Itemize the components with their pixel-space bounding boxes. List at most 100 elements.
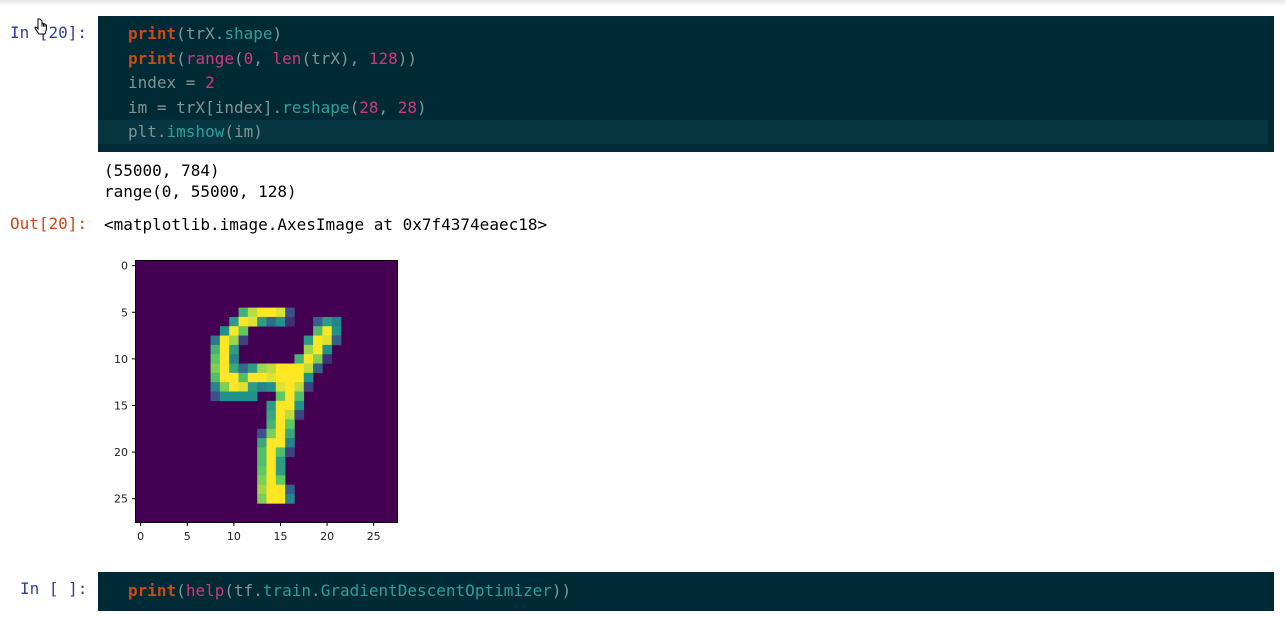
code-token: ) [417, 97, 427, 117]
x-tick-label: 10 [227, 530, 241, 543]
image-pixel [247, 363, 258, 374]
code-token: index = [128, 73, 206, 92]
image-pixel [285, 316, 295, 327]
output-prompt: Out[20]: [10, 214, 88, 233]
image-pixel [285, 428, 295, 439]
code-token: reshape [282, 97, 350, 117]
image-pixel [229, 363, 239, 374]
image-pixel [275, 438, 286, 448]
image-pixel [275, 428, 286, 439]
image-pixel [229, 316, 239, 327]
image-pixel [229, 382, 239, 392]
code-token: , [253, 48, 273, 68]
code-token: range [185, 48, 234, 68]
image-pixel [331, 335, 342, 346]
x-tick-label: 20 [320, 530, 334, 543]
image-pixel [313, 363, 323, 374]
image-pixel [229, 391, 239, 402]
image-pixel [229, 354, 239, 364]
image-pixel [275, 484, 286, 495]
image-pixel [285, 484, 295, 495]
image-pixel [331, 326, 342, 336]
code-token: )) [397, 48, 418, 68]
image-pixel [275, 382, 286, 392]
image-pixel [210, 391, 221, 402]
image-pixel [275, 363, 286, 374]
code-token: ( [176, 24, 186, 43]
image-pixel [331, 316, 342, 327]
image-pixel [303, 363, 314, 374]
image-pixel [294, 400, 305, 411]
stdout-line: range(0, 55000, 128) [104, 182, 297, 201]
image-pixel [275, 307, 286, 318]
image-pixel [285, 363, 295, 374]
image-pixel [257, 382, 267, 392]
image-pixel [210, 335, 221, 346]
y-tick-label: 25 [114, 493, 128, 506]
image-pixel [266, 475, 277, 486]
image-pixel [229, 372, 239, 383]
image-pixel [266, 447, 277, 458]
image-pixel [266, 466, 277, 476]
image-pixel [285, 438, 295, 448]
image-pixels [136, 261, 397, 522]
input-prompt: In [ ]: [20, 579, 88, 598]
y-tick-label: 20 [114, 446, 128, 459]
code-cell-input[interactable]: print(trX.shape) print(range(0, len(trX),… [98, 16, 1274, 152]
image-pixel [219, 382, 230, 392]
image-pixel [303, 335, 314, 346]
image-pixel [266, 438, 277, 448]
code-token: ( [176, 48, 186, 68]
output-repr: <matplotlib.image.AxesImage at 0x7f4374e… [104, 215, 548, 234]
image-pixel [285, 307, 295, 318]
code-line: index = 2 [128, 71, 215, 95]
image-pixel [275, 391, 286, 402]
stdout-line: (55000, 784) [104, 161, 220, 180]
image-pixel [238, 382, 249, 392]
image-pixel [285, 391, 295, 402]
y-tick-label: 15 [114, 399, 128, 412]
code-token: ( [349, 97, 360, 117]
image-pixel [303, 354, 314, 364]
code-line: print(help(tf.train.GradientDescentOptim… [128, 579, 571, 603]
image-pixel [257, 363, 267, 374]
code-token: ) [272, 24, 283, 43]
image-pixel [210, 354, 221, 364]
image-pixel [219, 372, 230, 383]
code-token: print [128, 24, 177, 43]
image-pixel [294, 363, 305, 374]
image-pixel [285, 400, 295, 411]
image-pixel [266, 372, 277, 383]
image-pixel [313, 354, 323, 364]
image-pixel [257, 456, 267, 467]
y-tick-label: 0 [121, 260, 128, 273]
image-pixel [285, 419, 295, 430]
image-pixel [238, 391, 249, 402]
image-pixel [294, 354, 305, 364]
image-pixel [285, 494, 295, 504]
code-token: im = trX[index]. [128, 97, 283, 117]
image-pixel [210, 372, 221, 383]
image-pixel [285, 372, 295, 383]
image-pixel [257, 466, 267, 476]
code-token: print [128, 581, 177, 600]
image-pixel [257, 447, 267, 458]
image-pixel [266, 456, 277, 467]
image-pixel [238, 316, 249, 327]
image-pixel [303, 372, 314, 383]
code-token: len [272, 48, 302, 68]
code-token: plt. [128, 122, 167, 141]
image-pixel [247, 382, 258, 392]
image-pixel [210, 344, 221, 355]
image-pixel [322, 354, 333, 364]
image-pixel [294, 391, 305, 402]
image-pixel [257, 316, 267, 327]
code-token: 0 [243, 48, 254, 68]
image-pixel [257, 428, 267, 439]
image-pixel [229, 344, 239, 355]
image-pixel [322, 326, 333, 336]
code-line: im = trX[index].reshape(28, 28) [128, 96, 427, 120]
code-cell-input[interactable]: print(help(tf.train.GradientDescentOptim… [98, 572, 1274, 611]
code-token: , [378, 97, 398, 117]
code-line: print(range(0, len(trX), 128)) [128, 47, 417, 71]
